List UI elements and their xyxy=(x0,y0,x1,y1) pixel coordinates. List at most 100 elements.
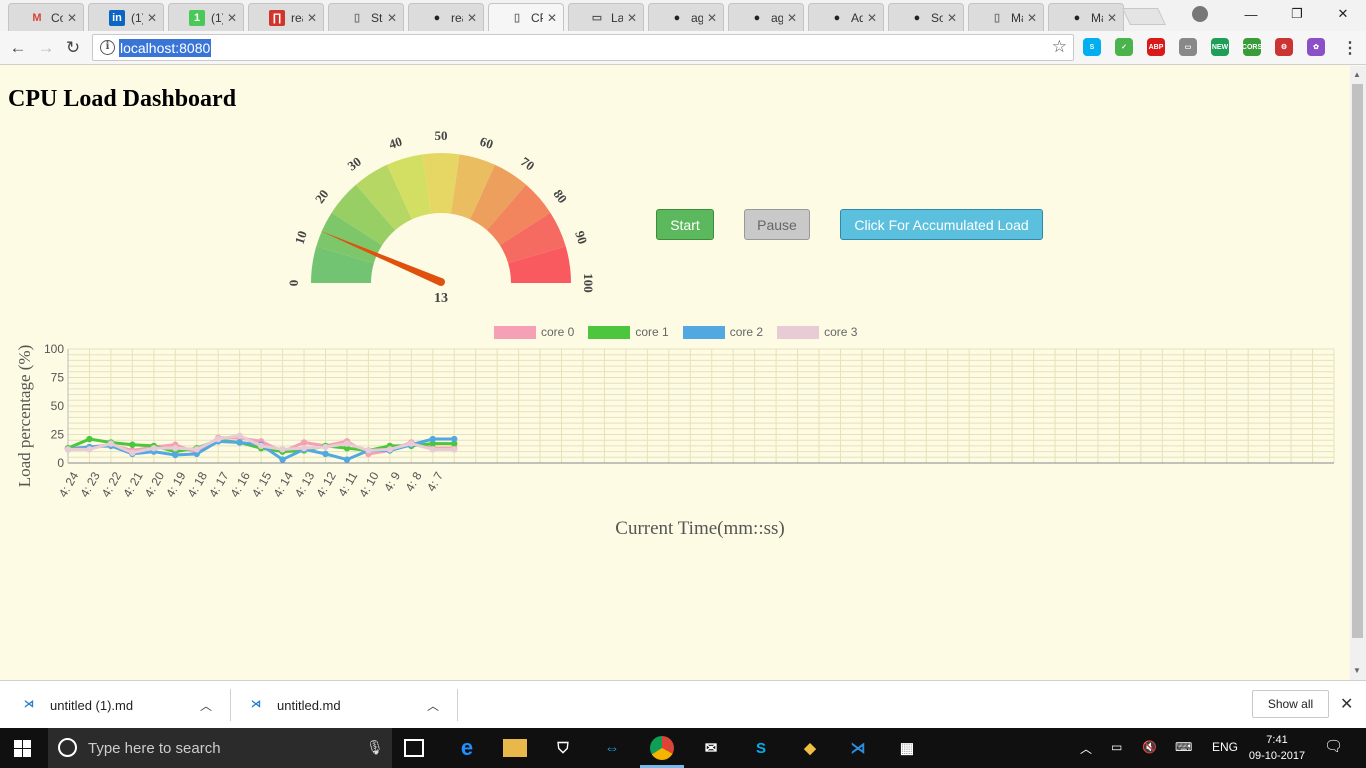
cast-icon[interactable]: ▭ xyxy=(1179,38,1197,56)
git-icon[interactable]: ◆ xyxy=(798,736,822,760)
scroll-down-arrow-icon[interactable]: ▼ xyxy=(1353,666,1361,675)
data-point[interactable] xyxy=(129,441,136,448)
browser-menu-button[interactable]: ⋮ xyxy=(1342,38,1358,58)
language-indicator[interactable]: ENG xyxy=(1212,740,1238,754)
browser-tab[interactable]: M Cor ✕ xyxy=(8,3,84,31)
keyboard-icon[interactable]: ⌨ xyxy=(1175,740,1192,754)
new-tab-button[interactable] xyxy=(1122,8,1166,25)
start-button[interactable]: Start xyxy=(656,209,714,240)
reload-button[interactable]: ↻ xyxy=(63,38,83,58)
taskbar-search[interactable]: Type here to search 🎙 xyxy=(48,728,392,768)
data-point[interactable] xyxy=(322,443,329,451)
browser-tab[interactable]: ▭ Lab ✕ xyxy=(568,3,644,31)
close-tab-icon[interactable]: ✕ xyxy=(307,11,317,25)
forward-button[interactable]: → xyxy=(36,38,56,58)
data-point[interactable] xyxy=(172,451,179,459)
data-point[interactable] xyxy=(279,456,286,463)
data-point[interactable] xyxy=(257,442,265,450)
scrollbar-thumb[interactable] xyxy=(1352,84,1363,638)
data-point[interactable] xyxy=(386,446,394,453)
notifications-icon[interactable]: 🗨 xyxy=(1324,737,1343,755)
mail-icon[interactable]: ✉ xyxy=(699,736,723,760)
toolbox-extension-icon[interactable]: ⚙ xyxy=(1275,38,1293,56)
download-item[interactable]: ⋊ untitled (1).md ︿ xyxy=(24,681,224,729)
close-tab-icon[interactable]: ✕ xyxy=(867,11,877,25)
browser-tab[interactable]: ● Sor ✕ xyxy=(888,3,964,31)
close-tab-icon[interactable]: ✕ xyxy=(147,11,157,25)
data-point[interactable] xyxy=(343,456,351,463)
close-tab-icon[interactable]: ✕ xyxy=(627,11,637,25)
data-point[interactable] xyxy=(300,439,308,446)
data-point[interactable] xyxy=(107,440,115,447)
accumulated-load-button[interactable]: Click For Accumulated Load xyxy=(840,209,1043,240)
data-point[interactable] xyxy=(236,439,243,446)
browser-tab[interactable]: ● agr ✕ xyxy=(648,3,724,31)
page-scrollbar[interactable]: ▲ ▼ xyxy=(1350,66,1366,680)
browser-tab[interactable]: ● agr ✕ xyxy=(728,3,804,31)
data-point[interactable] xyxy=(451,446,458,453)
cors-extension-icon[interactable]: CORS xyxy=(1242,38,1262,56)
data-point[interactable] xyxy=(429,446,436,453)
microphone-icon[interactable]: 🎙 xyxy=(366,739,384,756)
close-tab-icon[interactable]: ✕ xyxy=(1107,11,1117,25)
data-point[interactable] xyxy=(236,432,243,439)
legend-item[interactable]: core 2 xyxy=(682,325,763,339)
close-tab-icon[interactable]: ✕ xyxy=(467,11,477,25)
data-point[interactable] xyxy=(193,446,200,453)
skype-extension-icon[interactable]: S xyxy=(1083,38,1101,56)
data-point[interactable] xyxy=(150,444,158,452)
data-point[interactable] xyxy=(322,450,329,458)
close-tab-icon[interactable]: ✕ xyxy=(1027,11,1037,25)
browser-tab[interactable]: ● Add ✕ xyxy=(808,3,884,31)
calculator-icon[interactable]: ▦ xyxy=(895,736,919,760)
data-point[interactable] xyxy=(86,446,93,453)
edge-icon[interactable]: e xyxy=(455,735,479,760)
legend-item[interactable]: core 3 xyxy=(777,325,857,339)
data-point[interactable] xyxy=(86,435,93,443)
close-tab-icon[interactable]: ✕ xyxy=(547,11,557,25)
close-tab-icon[interactable]: ✕ xyxy=(947,11,957,25)
data-point[interactable] xyxy=(300,444,308,452)
new-extension-icon[interactable]: NEW xyxy=(1211,38,1229,56)
data-point[interactable] xyxy=(172,444,179,452)
task-view-icon[interactable] xyxy=(404,739,424,757)
back-button[interactable]: ← xyxy=(8,38,28,58)
bookmark-star-icon[interactable]: ☆ xyxy=(1052,37,1067,57)
adblock-plus-icon[interactable]: ABP xyxy=(1147,38,1165,56)
close-tab-icon[interactable]: ✕ xyxy=(227,11,237,25)
close-tab-icon[interactable]: ✕ xyxy=(707,11,717,25)
maximize-button[interactable]: ❐ xyxy=(1274,0,1320,28)
chevron-up-icon[interactable]: ︿ xyxy=(200,697,212,714)
address-bar[interactable]: i localhost:8080 ☆ xyxy=(92,34,1074,61)
minimize-button[interactable]: — xyxy=(1228,0,1274,28)
download-item[interactable]: ⋊ untitled.md ︿ xyxy=(251,681,451,729)
browser-tab[interactable]: ▯ Ma ✕ xyxy=(968,3,1044,31)
show-all-downloads-button[interactable]: Show all xyxy=(1252,690,1329,718)
evernote-extension-icon[interactable]: ✓ xyxy=(1115,38,1133,56)
profile-icon[interactable] xyxy=(1192,6,1208,22)
close-tab-icon[interactable]: ✕ xyxy=(67,11,77,25)
data-point[interactable] xyxy=(129,449,136,456)
close-window-button[interactable]: ✕ xyxy=(1320,0,1366,28)
windows-start-icon[interactable] xyxy=(14,740,32,757)
legend-item[interactable]: core 0 xyxy=(494,325,574,339)
browser-tab[interactable]: 1 (1) \ ✕ xyxy=(168,3,244,31)
url-text[interactable]: localhost:8080 xyxy=(119,39,212,57)
chevron-up-icon[interactable]: ︿ xyxy=(427,697,439,714)
taskbar-clock[interactable]: 7:41 09-10-2017 xyxy=(1247,732,1307,764)
pause-button[interactable]: Pause xyxy=(744,209,810,240)
data-point[interactable] xyxy=(408,440,415,447)
data-point[interactable] xyxy=(365,447,372,454)
store-icon[interactable]: ⛉ xyxy=(551,736,575,760)
data-point[interactable] xyxy=(451,435,458,443)
data-point[interactable] xyxy=(64,446,72,453)
site-info-icon[interactable]: i xyxy=(100,40,115,55)
teamviewer-icon[interactable]: ⇔ xyxy=(600,736,624,760)
battery-icon[interactable]: ▭ xyxy=(1111,740,1122,754)
legend-item[interactable]: core 1 xyxy=(588,325,669,339)
show-hidden-icons-icon[interactable]: ︿ xyxy=(1080,740,1092,757)
chrome-icon[interactable] xyxy=(650,736,674,760)
data-point[interactable] xyxy=(429,435,436,443)
file-explorer-icon[interactable] xyxy=(503,739,527,757)
skype-icon[interactable]: S xyxy=(749,736,773,760)
